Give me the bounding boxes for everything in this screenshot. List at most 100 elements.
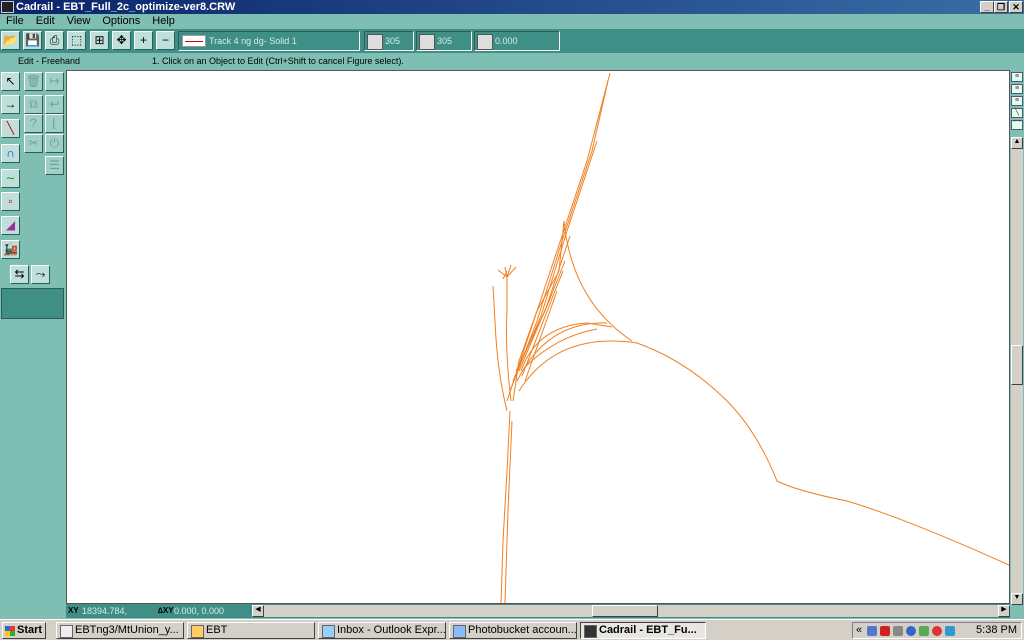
drawing-canvas[interactable] [66, 70, 1010, 604]
move-icon[interactable]: ↦ [45, 72, 64, 91]
locomotive-icon[interactable]: 🚂 [1, 240, 20, 259]
vertical-scroll-thumb[interactable] [1011, 345, 1023, 385]
close-button[interactable]: ✕ [1009, 1, 1023, 13]
print-icon[interactable]: ⎙ [45, 31, 64, 50]
grid-value: 305 [385, 36, 401, 46]
security-icon[interactable] [906, 626, 916, 636]
layer-icon[interactable]: ☰ [45, 156, 64, 175]
layer-b-icon[interactable]: ≡ [1011, 84, 1023, 94]
menu-help[interactable]: Help [146, 14, 181, 29]
menu-file[interactable]: File [0, 14, 30, 29]
scroll-right-icon[interactable]: ▶ [998, 605, 1010, 617]
track-swatch-icon [182, 35, 206, 47]
scroll-down-icon[interactable]: ▼ [1011, 593, 1023, 605]
help-query-icon[interactable]: ? [24, 114, 43, 133]
antivirus-icon[interactable] [932, 626, 942, 636]
clock: 5:38 PM [976, 624, 1017, 636]
task-label: EBTng3/MtUnion_y... [75, 624, 179, 636]
curve-track-icon[interactable]: ∩ [1, 144, 20, 163]
track-path [492, 285, 508, 412]
zoom-extents-icon[interactable]: ⊞ [90, 31, 109, 50]
grid-icon [367, 34, 383, 50]
title-bar: Cadrail - EBT_Full_2c_optimize-ver8.CRW [0, 0, 1024, 14]
horizontal-scrollbar[interactable]: ◀ ▶ [252, 605, 1010, 617]
point-icon[interactable]: ▫ [1, 192, 20, 211]
connect-icon[interactable]: → [1, 95, 20, 114]
palette-panel [1, 288, 64, 319]
pan-icon[interactable]: ✥ [112, 31, 131, 50]
wifi-icon[interactable] [919, 626, 929, 636]
minimize-button[interactable]: _ [980, 1, 994, 13]
tool-icon[interactable] [893, 626, 903, 636]
crossover-icon[interactable]: ⤳ [31, 265, 50, 284]
track-style-selector[interactable]: Track 4 ng dg- Solid 1 [178, 31, 360, 51]
window-title: Cadrail - EBT_Full_2c_optimize-ver8.CRW [16, 1, 236, 13]
task-ebtng3[interactable]: EBTng3/MtUnion_y... [56, 622, 184, 639]
copy-icon[interactable]: ⧉ [24, 95, 43, 114]
network-icon[interactable] [867, 626, 877, 636]
save-icon[interactable]: 💾 [23, 31, 42, 50]
task-label: Cadrail - EBT_Fu... [599, 624, 697, 636]
straight-track-icon[interactable]: ╲ [1, 119, 20, 138]
task-ebt[interactable]: EBT [187, 622, 315, 639]
select-arrow-icon[interactable]: ↖ [1, 72, 20, 91]
menu-view[interactable]: View [61, 14, 97, 29]
task-photobucket[interactable]: Photobucket accoun... [449, 622, 577, 639]
snap-value: 305 [437, 36, 453, 46]
track-path [518, 340, 1009, 566]
restore-button[interactable]: ❐ [994, 1, 1008, 13]
menu-bar: File Edit View Options Help [0, 14, 1024, 29]
instruction-text: 1. Click on an Object to Edit (Ctrl+Shif… [152, 56, 404, 66]
turnout-icon[interactable]: ⇆ [10, 265, 29, 284]
tool-palette: ↖ 🗑 ↦ → ⧉ ↩ ╲ ? ⌊ ∩ ✂ ⏻ ☰ ∼ ▫ ◢ 🚂 ⇆ ⤳ [0, 70, 66, 606]
toolbar: 📂 💾 ⎙ ⬚ ⊞ ✥ + − Track 4 ng dg- Solid 1 3… [0, 29, 1024, 53]
app-icon[interactable] [1, 1, 14, 13]
ie-icon [60, 625, 73, 638]
menu-options[interactable]: Options [96, 14, 146, 29]
scroll-up-icon[interactable]: ▲ [1011, 137, 1023, 149]
easement-icon[interactable]: ∼ [1, 169, 20, 188]
open-icon[interactable]: 📂 [1, 31, 20, 50]
status-line: Edit - Freehand 1. Click on an Object to… [0, 53, 1024, 70]
cadrail-icon [584, 625, 597, 638]
rotate-icon[interactable]: ↩ [45, 95, 64, 114]
track-path [524, 328, 598, 368]
start-button[interactable]: Start [2, 622, 46, 639]
layer-d-icon[interactable]: ╲ [1011, 108, 1023, 118]
delete-icon[interactable]: 🗑 [24, 72, 43, 91]
angle-value: 0.000 [495, 36, 518, 46]
task-cadrail[interactable]: Cadrail - EBT_Fu... [580, 622, 706, 639]
horizontal-scroll-thumb[interactable] [592, 605, 658, 617]
task-label: EBT [206, 624, 228, 636]
track-style-label: Track 4 ng dg- Solid 1 [209, 36, 297, 46]
folder-icon [191, 625, 204, 638]
task-label: Inbox - Outlook Expr... [337, 624, 446, 636]
cut-icon[interactable]: ✂ [24, 134, 43, 153]
layer-e-icon[interactable]: ⌒ [1011, 120, 1023, 130]
tray-expand-icon[interactable]: « [856, 623, 862, 638]
zonealarm-icon[interactable] [880, 626, 890, 636]
grid-field[interactable]: 305 [364, 31, 414, 51]
delta-xy-icon: ∆XY [158, 606, 174, 615]
snap-field[interactable]: 305 [416, 31, 472, 51]
vertical-scrollbar[interactable]: ▲ ▼ [1011, 137, 1023, 605]
right-toolstrip: ≡ ≡ ≡ ╲ ⌒ [1010, 70, 1024, 136]
volume-icon[interactable] [945, 626, 955, 636]
scroll-left-icon[interactable]: ◀ [252, 605, 264, 617]
system-tray: « 5:38 PM [852, 622, 1022, 639]
track-drawing [492, 72, 1009, 603]
zoom-window-icon[interactable]: ⬚ [67, 31, 86, 50]
align-icon[interactable]: ⌊ [45, 114, 64, 133]
power-icon[interactable]: ⏻ [45, 134, 64, 153]
mode-label: Edit - Freehand [18, 56, 81, 66]
task-outlook[interactable]: Inbox - Outlook Expr... [318, 622, 446, 639]
zoom-in-icon[interactable]: + [134, 31, 153, 50]
grade-icon[interactable]: ◢ [1, 216, 20, 235]
zoom-out-icon[interactable]: − [156, 31, 175, 50]
layer-c-icon[interactable]: ≡ [1011, 96, 1023, 106]
menu-edit[interactable]: Edit [30, 14, 61, 29]
delta-readout: 0.000, 0.000 [174, 606, 225, 616]
snap-icon [419, 34, 435, 50]
angle-field[interactable]: 0.000 [474, 31, 560, 51]
layer-a-icon[interactable]: ≡ [1011, 72, 1023, 82]
